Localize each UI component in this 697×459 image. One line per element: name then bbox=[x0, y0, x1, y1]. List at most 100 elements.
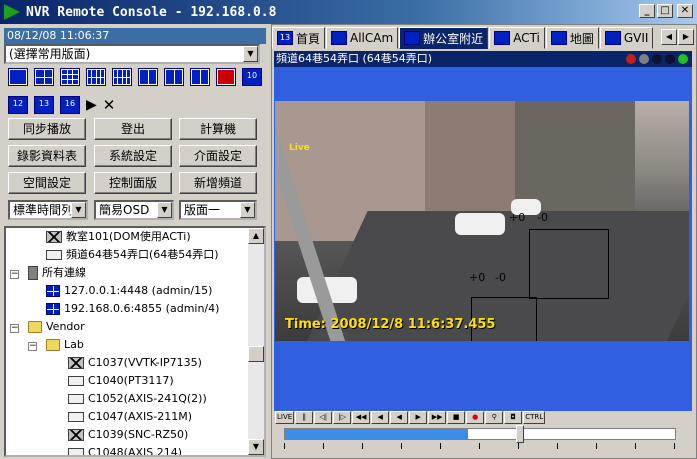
video-view[interactable]: +0 -0 +0 -0 Live Time: 2008/12/8 11:6:37… bbox=[274, 67, 692, 411]
grid-icon bbox=[331, 31, 348, 45]
collapse-icon[interactable]: − bbox=[10, 324, 19, 333]
layout-13-icon[interactable]: 13 bbox=[34, 96, 54, 114]
layout-10-icon[interactable]: 10 bbox=[242, 68, 262, 86]
time-format-select[interactable]: 標準時間列 ▼ bbox=[8, 200, 88, 220]
tree-item[interactable]: 192.168.0.6:4855 (admin/4) bbox=[46, 300, 219, 318]
step-back-button[interactable]: ◁| bbox=[314, 411, 333, 424]
logout-button[interactable]: 登出 bbox=[94, 118, 172, 140]
left-panel: 08/12/08 11:06:37 (選擇常用版面) ▼ 10 12 13 16… bbox=[0, 24, 270, 459]
chevron-down-icon: ▼ bbox=[157, 202, 172, 218]
system-settings-button[interactable]: 系統設定 bbox=[94, 145, 172, 167]
tree-scrollbar[interactable]: ▲ ▼ bbox=[248, 228, 264, 455]
camera-offline-icon bbox=[68, 429, 84, 441]
connection-grid-icon bbox=[46, 285, 60, 297]
channel-titlebar: 頻道64巷54弄口 (64巷54弄口) bbox=[274, 51, 692, 67]
camera-icon bbox=[68, 412, 84, 422]
space-settings-button[interactable]: 空間設定 bbox=[8, 172, 86, 194]
layout-16-icon[interactable]: 16 bbox=[60, 96, 80, 114]
motion-label: +0 bbox=[509, 211, 526, 224]
fast-forward-button[interactable]: ▶▶ bbox=[428, 411, 447, 424]
timeline-slider[interactable] bbox=[284, 425, 676, 443]
play-button[interactable]: ▶ bbox=[409, 411, 428, 424]
window-titlebar: NVR Remote Console - 192.168.0.8 _ □ ✕ bbox=[0, 0, 697, 24]
tab-home[interactable]: 13 首頁 bbox=[272, 27, 326, 49]
search-icon[interactable]: ⚲ bbox=[485, 411, 504, 424]
tab-scroll-right-icon[interactable]: ▶ bbox=[678, 29, 694, 45]
tree-item[interactable]: C1052(AXIS-241Q(2)) bbox=[68, 390, 207, 408]
motion-label: -0 bbox=[495, 271, 506, 284]
record-button[interactable]: ● bbox=[466, 411, 485, 424]
play-icon[interactable]: ▶ bbox=[86, 97, 97, 113]
tab-allcam[interactable]: AllCAm bbox=[326, 27, 399, 49]
live-button[interactable]: LIVE bbox=[275, 411, 295, 424]
ui-settings-button[interactable]: 介面設定 bbox=[179, 145, 257, 167]
tree-item[interactable]: 頻道64巷54弄口(64巷54弄口) bbox=[46, 246, 219, 264]
collapse-icon[interactable]: − bbox=[10, 270, 19, 279]
camera-icon bbox=[46, 250, 62, 260]
close-button[interactable]: ✕ bbox=[677, 4, 693, 18]
add-channel-button[interactable]: 新增頻道 bbox=[179, 172, 257, 194]
scroll-thumb[interactable] bbox=[248, 346, 264, 362]
layout-3x3-icon[interactable] bbox=[60, 68, 80, 86]
tab-gvii[interactable]: GVII bbox=[599, 27, 654, 49]
view-tabs: 13 首頁 AllCAm 辦公室附近 ACTi 地圖 GVII bbox=[272, 27, 654, 49]
timeline-knob[interactable] bbox=[516, 425, 525, 443]
tab-office[interactable]: 辦公室附近 bbox=[399, 27, 489, 49]
page-layout-select[interactable]: 版面一 ▼ bbox=[179, 200, 257, 220]
tree-item[interactable]: 127.0.0.1:4448 (admin/15) bbox=[46, 282, 212, 300]
tree-item[interactable]: C1040(PT3117) bbox=[68, 372, 174, 390]
osd-select[interactable]: 簡易OSD ▼ bbox=[94, 200, 174, 220]
tab-acti[interactable]: ACTi bbox=[489, 27, 545, 49]
layout-12-icon[interactable]: 12 bbox=[8, 96, 28, 114]
tree-item[interactable]: 所有連線 bbox=[28, 264, 86, 282]
tree-item[interactable]: C1047(AXIS-211M) bbox=[68, 408, 192, 426]
right-panel: 13 首頁 AllCAm 辦公室附近 ACTi 地圖 GVII ◀ ▶ 頻道64巷… bbox=[271, 24, 697, 459]
layout-icons-row1: 10 bbox=[8, 68, 262, 86]
stop-button[interactable]: ■ bbox=[447, 411, 466, 424]
layout-blocked-icon[interactable] bbox=[216, 68, 236, 86]
camera-offline-icon bbox=[68, 357, 84, 369]
tree-item[interactable]: C1048(AXIS 214) bbox=[68, 444, 182, 455]
minimize-button[interactable]: _ bbox=[639, 4, 655, 18]
window-title: NVR Remote Console - 192.168.0.8 bbox=[26, 4, 277, 20]
grid-icon bbox=[404, 31, 421, 45]
tab-scroll-left-icon[interactable]: ◀ bbox=[661, 29, 677, 45]
tree-item[interactable]: Vendor bbox=[28, 318, 85, 336]
camera-icon bbox=[68, 376, 84, 386]
fast-rewind-button[interactable]: ◀◀ bbox=[352, 411, 371, 424]
online-dot-icon bbox=[678, 54, 688, 64]
pause-button[interactable]: ‖ bbox=[295, 411, 314, 424]
ctrl-button[interactable]: CTRL bbox=[523, 411, 546, 424]
calculator-button[interactable]: 計算機 bbox=[179, 118, 257, 140]
grid-icon bbox=[494, 31, 511, 45]
sync-play-button[interactable]: 同步播放 bbox=[8, 118, 86, 140]
tree-item[interactable]: C1039(SNC-RZ50) bbox=[68, 426, 188, 444]
collapse-icon[interactable]: − bbox=[28, 342, 37, 351]
layout-1plus7-icon[interactable] bbox=[164, 68, 184, 86]
layout-preset-value: (選擇常用版面) bbox=[9, 47, 91, 61]
recording-table-button[interactable]: 錄影資料表 bbox=[8, 145, 86, 167]
stop-x-icon[interactable]: ✕ bbox=[103, 96, 116, 114]
rewind-button[interactable]: ◀ bbox=[371, 411, 390, 424]
camera-feed: +0 -0 +0 -0 Live Time: 2008/12/8 11:6:37… bbox=[275, 101, 689, 341]
tab-map[interactable]: 地圖 bbox=[545, 27, 599, 49]
layout-preset-select[interactable]: (選擇常用版面) ▼ bbox=[4, 44, 260, 64]
step-forward-button[interactable]: |▷ bbox=[333, 411, 352, 424]
layout-4x4-icon[interactable] bbox=[86, 68, 106, 86]
audio-mute-icon bbox=[639, 54, 649, 64]
tree-item[interactable]: Lab bbox=[46, 336, 84, 354]
layout-2x2-icon[interactable] bbox=[34, 68, 54, 86]
motion-label: -0 bbox=[537, 211, 548, 224]
snapshot-button[interactable]: ◘ bbox=[504, 411, 523, 424]
maximize-button[interactable]: □ bbox=[657, 4, 673, 18]
play-back-button[interactable]: ◀ bbox=[390, 411, 409, 424]
tree-item[interactable]: 教室101(DOM使用ACTi) bbox=[46, 228, 191, 246]
layout-wide-icon[interactable] bbox=[190, 68, 210, 86]
layout-5x5-icon[interactable] bbox=[112, 68, 132, 86]
layout-1plus5-icon[interactable] bbox=[138, 68, 158, 86]
control-panel-button[interactable]: 控制面版 bbox=[94, 172, 172, 194]
layout-1x1-icon[interactable] bbox=[8, 68, 28, 86]
scroll-down-icon[interactable]: ▼ bbox=[248, 439, 264, 455]
tree-item[interactable]: C1037(VVTK-IP7135) bbox=[68, 354, 202, 372]
scroll-up-icon[interactable]: ▲ bbox=[248, 228, 264, 244]
